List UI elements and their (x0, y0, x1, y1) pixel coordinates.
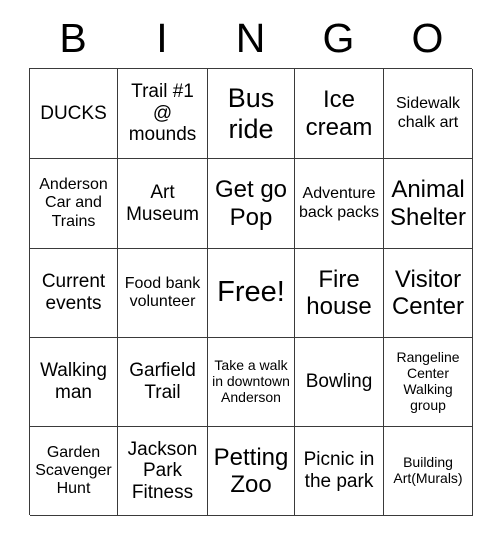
bingo-cell-label: Anderson Car and Trains (39, 176, 108, 230)
bingo-cell[interactable]: Petting Zoo (208, 427, 295, 516)
bingo-cell[interactable]: Visitor Center (384, 249, 473, 338)
bingo-cell-label: DUCKS (40, 102, 107, 124)
bingo-cell-label: Garden Scavenger Hunt (35, 443, 112, 498)
bingo-cell[interactable]: Trail #1 @ mounds (118, 69, 208, 159)
bingo-grid: DUCKS Trail #1 @ mounds Bus ride Ice cre… (29, 68, 473, 516)
bingo-cell-label: Take a walk in downtown Anderson (212, 357, 290, 405)
bingo-cell-label: Rangeline Center Walking group (396, 349, 460, 413)
bingo-cell[interactable]: Sidewalk chalk art (384, 69, 473, 159)
bingo-cell[interactable]: Animal Shelter (384, 159, 473, 249)
bingo-cell[interactable]: Take a walk in downtown Anderson (208, 338, 295, 427)
bingo-cell[interactable]: Bus ride (208, 69, 295, 159)
bingo-cell-label: Jackson Park Fitness (127, 438, 198, 503)
bingo-header-letter-b: B (59, 14, 87, 61)
bingo-cell-label: Walking man (40, 360, 107, 403)
bingo-cell[interactable]: Bowling (295, 338, 384, 427)
bingo-cell[interactable]: Building Art(Murals) (384, 427, 473, 516)
bingo-cell-label: Food bank volunteer (124, 274, 201, 310)
bingo-cell-label: Fire house (306, 265, 372, 320)
bingo-cell-label: Visitor Center (391, 265, 465, 320)
bingo-cell[interactable]: Garden Scavenger Hunt (30, 427, 118, 516)
bingo-cell[interactable]: Anderson Car and Trains (30, 159, 118, 249)
bingo-cell-label: Bowling (305, 371, 373, 393)
bingo-cell-label: Sidewalk chalk art (395, 95, 461, 131)
bingo-header-letter-i: I (156, 14, 168, 61)
bingo-cell-label: Picnic in the park (303, 449, 375, 492)
bingo-cell[interactable]: Art Museum (118, 159, 208, 249)
bingo-cell[interactable]: Picnic in the park (295, 427, 384, 516)
bingo-cell-label: Trail #1 @ mounds (128, 81, 197, 146)
bingo-cell-label: Garfield Trail (129, 360, 196, 403)
bingo-cell[interactable]: Walking man (30, 338, 118, 427)
bingo-cell[interactable]: Get go Pop (208, 159, 295, 249)
bingo-cell-label: Adventure back packs (298, 185, 380, 221)
bingo-cell-label: Ice cream (305, 86, 373, 141)
bingo-cell[interactable]: Adventure back packs (295, 159, 384, 249)
bingo-header-letter-n: N (235, 14, 266, 61)
bingo-cell[interactable]: Ice cream (295, 69, 384, 159)
bingo-cell-free[interactable]: Free! (208, 249, 295, 338)
bingo-cell-label: Art Museum (126, 181, 199, 225)
bingo-cell-label: Bus ride (227, 82, 275, 144)
bingo-cell[interactable]: Current events (30, 249, 118, 338)
bingo-cell-label: Animal Shelter (389, 176, 467, 231)
bingo-cell-label: Get go Pop (214, 176, 288, 231)
bingo-cell-label: Free! (217, 276, 285, 309)
bingo-cell-label: Petting Zoo (213, 443, 289, 498)
bingo-cell[interactable]: Fire house (295, 249, 384, 338)
bingo-cell[interactable]: Food bank volunteer (118, 249, 208, 338)
bingo-header-letter-g: G (322, 14, 355, 61)
bingo-cell[interactable]: Garfield Trail (118, 338, 208, 427)
bingo-cell[interactable]: Jackson Park Fitness (118, 427, 208, 516)
bingo-cell-label: Current events (41, 271, 106, 314)
bingo-header-row: B I N G O (29, 8, 472, 68)
bingo-cell[interactable]: DUCKS (30, 69, 118, 159)
bingo-header-letter-o: O (411, 14, 444, 61)
bingo-cell[interactable]: Rangeline Center Walking group (384, 338, 473, 427)
bingo-card: B I N G O DUCKS Trail #1 @ mounds Bus ri… (0, 0, 500, 544)
bingo-cell-label: Building Art(Murals) (393, 454, 463, 486)
